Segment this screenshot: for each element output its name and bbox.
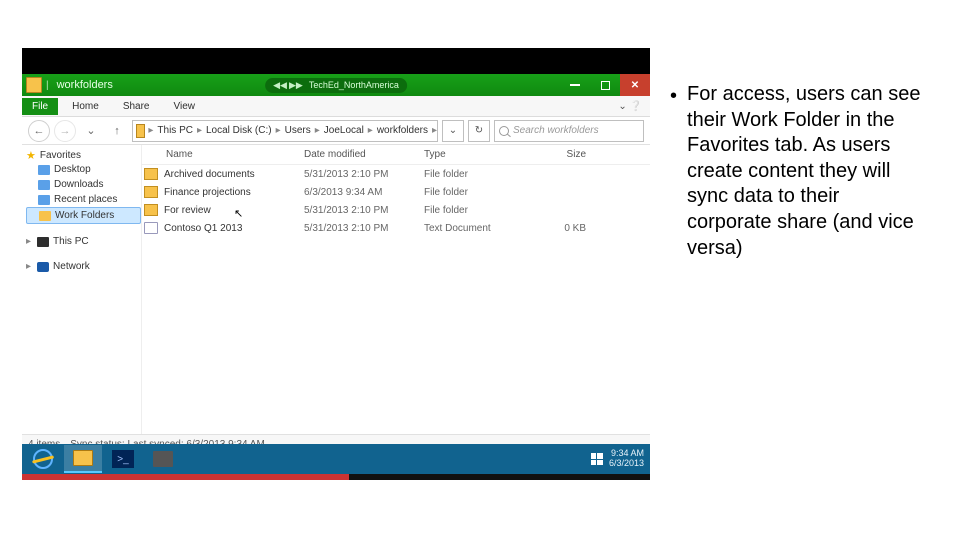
maximize-button[interactable] (590, 74, 620, 96)
media-title-label: TechEd_NorthAmerica (309, 80, 399, 90)
file-explorer-window: | workfolders ◀◀ ▶▶ TechEd_NorthAmerica … (22, 74, 650, 454)
video-player-frame: | workfolders ◀◀ ▶▶ TechEd_NorthAmerica … (22, 48, 650, 480)
folder-icon (144, 204, 158, 216)
file-row[interactable]: Contoso Q1 2013 5/31/2013 2:10 PMText Doc… (142, 219, 650, 237)
file-name: For review (164, 205, 211, 216)
crumb-localdisk[interactable]: Local Disk (C:) (202, 125, 276, 136)
tree-thispc[interactable]: ▸This PC (26, 234, 141, 249)
tree-favorites[interactable]: ★ Favorites (26, 149, 141, 162)
search-placeholder: Search workfolders (513, 125, 599, 136)
tb-divider: | (46, 80, 49, 91)
nav-up-button[interactable]: ↑ (106, 120, 128, 142)
file-type: File folder (424, 169, 524, 180)
tree-downloads[interactable]: Downloads (26, 177, 141, 192)
nav-history-dropdown[interactable]: ⌄ (80, 120, 102, 142)
file-type: Text Document (424, 223, 524, 234)
thispc-icon (37, 237, 49, 247)
file-date: 5/31/2013 2:10 PM (304, 223, 424, 234)
textfile-icon (144, 222, 158, 234)
col-date[interactable]: Date modified (304, 149, 424, 160)
tree-favorites-label: Favorites (40, 150, 81, 161)
video-progress-fill (22, 474, 349, 480)
taskbar-powershell[interactable]: >_ (104, 445, 142, 473)
action-center-icon[interactable] (591, 453, 603, 465)
taskbar-ie[interactable] (24, 445, 62, 473)
col-type[interactable]: Type (424, 149, 524, 160)
downloads-icon (38, 180, 50, 190)
ribbon-share-tab[interactable]: Share (113, 98, 160, 115)
desktop-icon (38, 165, 50, 175)
star-icon: ★ (26, 149, 36, 162)
nav-forward-button[interactable]: → (54, 120, 76, 142)
crumb-joelocal[interactable]: JoeLocal (320, 125, 368, 136)
powershell-icon: >_ (112, 450, 134, 468)
video-progress-bar[interactable] (22, 474, 650, 480)
tree-workfolders[interactable]: Work Folders (26, 207, 141, 224)
taskbar-clock[interactable]: 9:34 AM 6/3/2013 (591, 449, 648, 469)
refresh-button[interactable]: ↻ (468, 120, 490, 142)
navigation-tree: ★ Favorites Desktop Downloads Recent plac… (22, 145, 142, 434)
tree-network[interactable]: ▸Network (26, 259, 141, 274)
ribbon-home-tab[interactable]: Home (62, 98, 109, 115)
address-folder-icon (136, 124, 145, 138)
clock-date: 6/3/2013 (609, 459, 644, 469)
network-icon (37, 262, 49, 272)
window-title: workfolders (53, 79, 113, 91)
recent-icon (38, 195, 50, 205)
file-list-pane: Name Date modified Type Size Archived do… (142, 145, 650, 434)
crumb-workfolders[interactable]: workfolders (373, 125, 432, 136)
ribbon-file-tab[interactable]: File (22, 98, 58, 115)
nav-back-button[interactable]: ← (28, 120, 50, 142)
minimize-button[interactable] (560, 74, 590, 96)
media-next-icon[interactable]: ▶▶ (289, 80, 303, 91)
media-prev-icon[interactable]: ◀◀ (273, 80, 287, 91)
folder-icon (26, 77, 42, 93)
tree-recent[interactable]: Recent places (26, 192, 141, 207)
ie-icon (33, 449, 53, 469)
folder-icon (144, 168, 158, 180)
workfolders-icon (39, 211, 51, 221)
taskbar-servermanager[interactable] (144, 445, 182, 473)
file-date: 6/3/2013 9:34 AM (304, 187, 424, 198)
col-name[interactable]: Name (144, 149, 304, 160)
address-bar[interactable]: ▸ This PC▸ Local Disk (C:)▸ Users▸ JoeLo… (132, 120, 438, 142)
search-icon (499, 126, 509, 136)
taskbar-explorer[interactable] (64, 445, 102, 473)
file-date: 5/31/2013 2:10 PM (304, 169, 424, 180)
search-box[interactable]: Search workfolders (494, 120, 644, 142)
file-row[interactable]: For review 5/31/2013 2:10 PMFile folder (142, 201, 650, 219)
file-date: 5/31/2013 2:10 PM (304, 205, 424, 216)
ribbon-bar: File Home Share View ⌄ ❔ (22, 96, 650, 117)
crumb-thispc[interactable]: This PC (153, 125, 197, 136)
file-name: Archived documents (164, 169, 255, 180)
file-list-header: Name Date modified Type Size (142, 145, 650, 165)
close-button[interactable]: ✕ (620, 74, 650, 96)
navigation-row: ← → ⌄ ↑ ▸ This PC▸ Local Disk (C:)▸ User… (22, 117, 650, 145)
bullet-text: For access, users can see their Work Fol… (687, 82, 926, 261)
crumb-users[interactable]: Users (281, 125, 315, 136)
file-row[interactable]: Finance projections 6/3/2013 9:34 AMFile … (142, 183, 650, 201)
file-name: Finance projections (164, 187, 251, 198)
folder-icon (144, 186, 158, 198)
tree-desktop[interactable]: Desktop (26, 162, 141, 177)
address-history-button[interactable]: ⌄ (442, 120, 464, 142)
ribbon-view-tab[interactable]: View (164, 98, 206, 115)
col-size[interactable]: Size (524, 149, 594, 160)
file-type: File folder (424, 187, 524, 198)
ribbon-expand-button[interactable]: ⌄ ❔ (618, 101, 650, 112)
slide-bullet: • For access, users can see their Work F… (670, 82, 926, 261)
file-row[interactable]: Archived documents 5/31/2013 2:10 PMFile … (142, 165, 650, 183)
file-size: 0 KB (524, 223, 594, 234)
bullet-dot-icon: • (670, 82, 677, 261)
servermanager-icon (153, 451, 173, 467)
file-type: File folder (424, 205, 524, 216)
folder-icon (73, 450, 93, 466)
media-center-pill[interactable]: ◀◀ ▶▶ TechEd_NorthAmerica (265, 78, 407, 93)
taskbar: >_ 9:34 AM 6/3/2013 (22, 444, 650, 474)
file-name: Contoso Q1 2013 (164, 223, 242, 234)
window-titlebar: | workfolders ◀◀ ▶▶ TechEd_NorthAmerica … (22, 74, 650, 96)
